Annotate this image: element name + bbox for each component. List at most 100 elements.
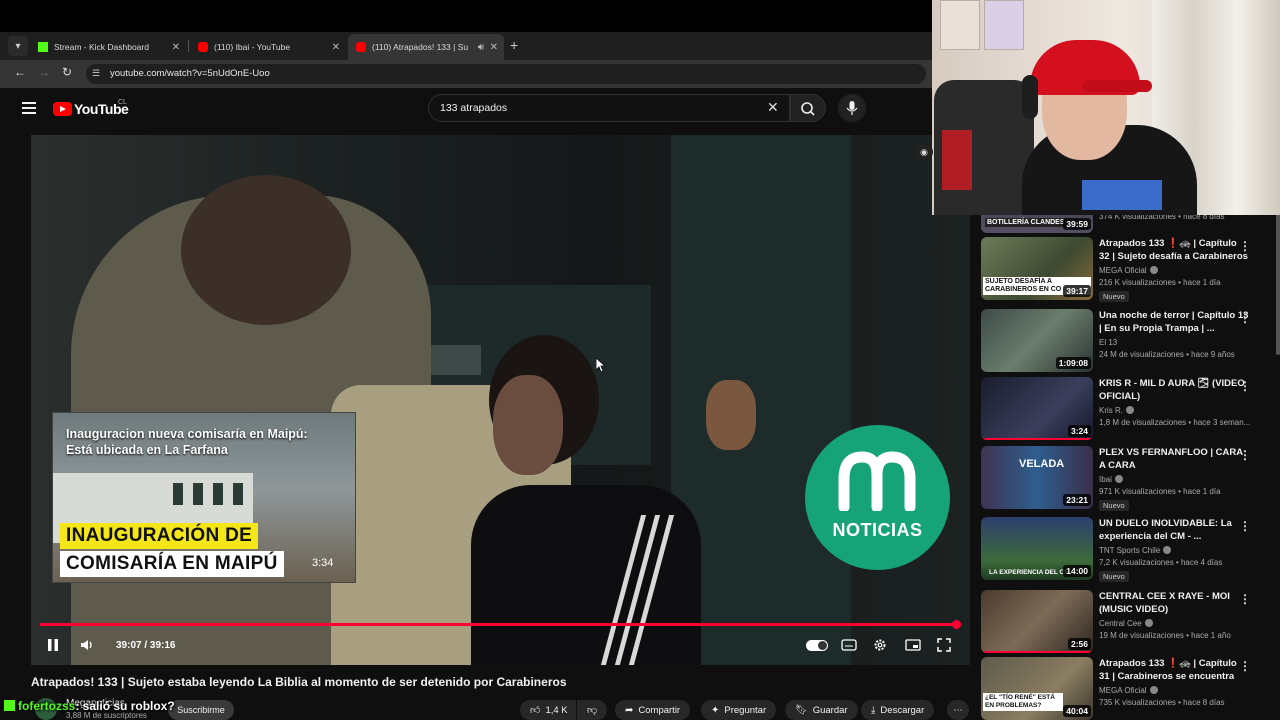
subscribe-button[interactable]: Suscribirme xyxy=(168,700,234,720)
youtube-favicon-icon xyxy=(198,42,208,52)
reload-icon[interactable]: ↻ xyxy=(62,65,72,79)
forward-arrow-icon[interactable]: → xyxy=(38,65,50,79)
dislike-button[interactable]: 👎︎ xyxy=(577,700,607,720)
rec-channel-name: MEGA Oficial xyxy=(1099,266,1147,275)
tab-atrapados-active[interactable]: (110) Atrapados! 133 | Sujeto 🔊︎ ✕ xyxy=(348,34,504,60)
volume-button[interactable] xyxy=(80,638,94,655)
more-actions-button[interactable]: ⋯ xyxy=(947,700,969,720)
rec-title[interactable]: Una noche de terror | Capítulo 13 | En s… xyxy=(1099,309,1249,335)
end-screen-video-card[interactable]: Inauguracion nueva comisaría en Maipú: E… xyxy=(52,412,356,583)
bookmark-icon: 🔖︎ xyxy=(795,704,808,716)
video-jacket-stripes xyxy=(600,515,681,665)
rec-channel[interactable]: Ibai xyxy=(1099,475,1123,484)
more-vert-icon[interactable]: ⋮ xyxy=(1239,239,1251,253)
more-vert-icon[interactable]: ⋮ xyxy=(1239,379,1251,393)
rec-channel[interactable]: MEGA Oficial xyxy=(1099,266,1158,275)
rec-thumbnail[interactable]: 1:09:08 xyxy=(981,309,1093,372)
rec-item[interactable]: VELADA 23:21 PLEX VS FERNANFLOO | CARA A… xyxy=(981,446,1271,512)
rec-thumbnail[interactable]: VELADA 23:21 xyxy=(981,446,1093,509)
rec-title[interactable]: UN DUELO INOLVIDABLE: La experiencia del… xyxy=(1099,517,1249,543)
rec-thumbnail[interactable]: 2:56 xyxy=(981,590,1093,653)
save-button[interactable]: 🔖︎ Guardar xyxy=(785,700,858,720)
rec-channel[interactable]: MEGA Oficial xyxy=(1099,686,1158,695)
rec-meta: 735 K visualizaciones • hace 8 días xyxy=(1099,698,1225,707)
rec-item[interactable]: ¿EL "TÍO RENÉ" ESTÁ EN PROBLEMAS? 40:04 … xyxy=(981,657,1271,720)
voice-search-button[interactable] xyxy=(838,94,866,122)
rec-title[interactable]: CENTRAL CEE X RAYE - MOI (MUSIC VIDEO) xyxy=(1099,590,1249,616)
thumbs-down-icon: 👎︎ xyxy=(587,705,598,716)
rec-duration: 3:24 xyxy=(1067,425,1091,437)
card-banner-line2: COMISARÍA EN MAIPÚ xyxy=(60,551,284,577)
close-tab-icon[interactable]: ✕ xyxy=(490,42,498,53)
rec-duration: 39:59 xyxy=(1063,218,1091,230)
menu-icon[interactable] xyxy=(22,102,36,114)
miniplayer-button[interactable] xyxy=(905,638,921,655)
ask-label: Preguntar xyxy=(724,704,767,716)
share-button[interactable]: ➦ Compartir xyxy=(615,700,691,720)
webcam-cap-brim xyxy=(1082,80,1152,92)
url-text[interactable]: youtube.com/watch?v=5nUdOnE-Uoo xyxy=(110,68,270,79)
rec-title[interactable]: PLEX VS FERNANFLOO | CARA A CARA xyxy=(1099,446,1249,472)
chat-message: : salió su roblox? xyxy=(75,699,175,713)
site-info-icon[interactable]: ☰ xyxy=(92,68,104,80)
rec-channel[interactable]: TNT Sports Chile xyxy=(1099,546,1172,555)
new-tab-button[interactable]: + xyxy=(510,37,518,53)
rec-title[interactable]: Atrapados 133 ❗🚓 | Capítulo 32 | Sujeto … xyxy=(1099,237,1249,263)
back-arrow-icon[interactable]: ← xyxy=(14,65,26,79)
sidebar-scrollbar[interactable] xyxy=(1276,210,1280,355)
rec-title[interactable]: Atrapados 133 ❗🚓 | Capítulo 31 | Carabin… xyxy=(1099,657,1249,683)
progress-scrubber[interactable] xyxy=(951,620,961,629)
rec-duration: 14:00 xyxy=(1063,565,1091,577)
autoplay-toggle[interactable] xyxy=(806,640,828,651)
rec-item[interactable]: SUJETO DESAFÍA A CARABINEROS EN CO 39:17… xyxy=(981,237,1271,303)
search-button[interactable] xyxy=(790,94,826,122)
tab-ibai-youtube[interactable]: (110) Ibai - YouTube ✕ xyxy=(190,34,346,60)
speaker-icon[interactable]: 🔊︎ xyxy=(478,42,484,53)
pause-button[interactable] xyxy=(46,638,60,655)
headphones-icon xyxy=(1022,75,1038,119)
clear-search-icon[interactable]: ✕ xyxy=(767,99,779,116)
rec-item[interactable]: LA EXPERIENCIA DEL CM 14:00 UN DUELO INO… xyxy=(981,517,1271,583)
tab-title: (110) Ibai - YouTube xyxy=(214,42,291,52)
fullscreen-button[interactable] xyxy=(937,638,951,655)
verified-icon xyxy=(1163,546,1172,554)
download-label: Descargar xyxy=(880,704,925,716)
progress-bar[interactable] xyxy=(40,623,957,626)
like-button[interactable]: 👍︎ 1,4 K xyxy=(520,700,576,720)
search-value[interactable]: 133 atrapados xyxy=(440,102,507,114)
rec-channel-name: MEGA Oficial xyxy=(1099,686,1147,695)
more-vert-icon[interactable]: ⋮ xyxy=(1239,448,1251,462)
more-vert-icon[interactable]: ⋮ xyxy=(1239,519,1251,533)
subtitles-button[interactable] xyxy=(841,638,857,655)
rec-item[interactable]: 1:09:08 Una noche de terror | Capítulo 1… xyxy=(981,309,1271,375)
more-vert-icon[interactable]: ⋮ xyxy=(1239,592,1251,606)
rec-channel[interactable]: Central Cee xyxy=(1099,619,1153,628)
rec-thumbnail[interactable]: SUJETO DESAFÍA A CARABINEROS EN CO 39:17 xyxy=(981,237,1093,300)
ask-button[interactable]: ✦ Preguntar xyxy=(701,700,777,720)
rec-thumbnail[interactable]: LA EXPERIENCIA DEL CM 14:00 xyxy=(981,517,1093,580)
rec-meta: 1,8 M de visualizaciones • hace 3 seman.… xyxy=(1099,418,1251,427)
rec-item[interactable]: 2:56 CENTRAL CEE X RAYE - MOI (MUSIC VID… xyxy=(981,590,1271,656)
close-tab-icon[interactable]: ✕ xyxy=(332,42,340,53)
rec-thumbnail[interactable]: 3:24 xyxy=(981,377,1093,440)
download-button[interactable]: ⤓ Descargar xyxy=(861,700,935,720)
rec-duration: 1:09:08 xyxy=(1055,357,1091,369)
rec-title[interactable]: KRIS R - MIL D AURA 🌫 (VIDEO OFICIAL) xyxy=(1099,377,1249,403)
rec-channel[interactable]: El 13 xyxy=(1099,338,1117,347)
rec-thumbnail[interactable]: ¿EL "TÍO RENÉ" ESTÁ EN PROBLEMAS? 40:04 xyxy=(981,657,1093,720)
subtitles-icon xyxy=(841,639,857,651)
new-badge: Nuevo xyxy=(1099,500,1129,511)
rec-channel[interactable]: Kris R. xyxy=(1099,406,1134,415)
more-vert-icon[interactable]: ⋮ xyxy=(1239,311,1251,325)
download-icon: ⤓ xyxy=(871,704,876,716)
tab-search-button[interactable]: ▾ xyxy=(8,36,28,56)
sparkle-icon: ✦ xyxy=(711,704,720,716)
country-code: CL xyxy=(118,99,127,106)
more-vert-icon[interactable]: ⋮ xyxy=(1239,659,1251,673)
eye-off-icon[interactable]: ◉ xyxy=(915,145,933,159)
tab-kick-dashboard[interactable]: Stream - Kick Dashboard ✕ xyxy=(30,34,186,60)
close-tab-icon[interactable]: ✕ xyxy=(172,42,180,53)
rec-item[interactable]: 3:24 KRIS R - MIL D AURA 🌫 (VIDEO OFICIA… xyxy=(981,377,1271,443)
settings-button[interactable] xyxy=(873,638,887,655)
video-player[interactable] xyxy=(31,135,970,665)
